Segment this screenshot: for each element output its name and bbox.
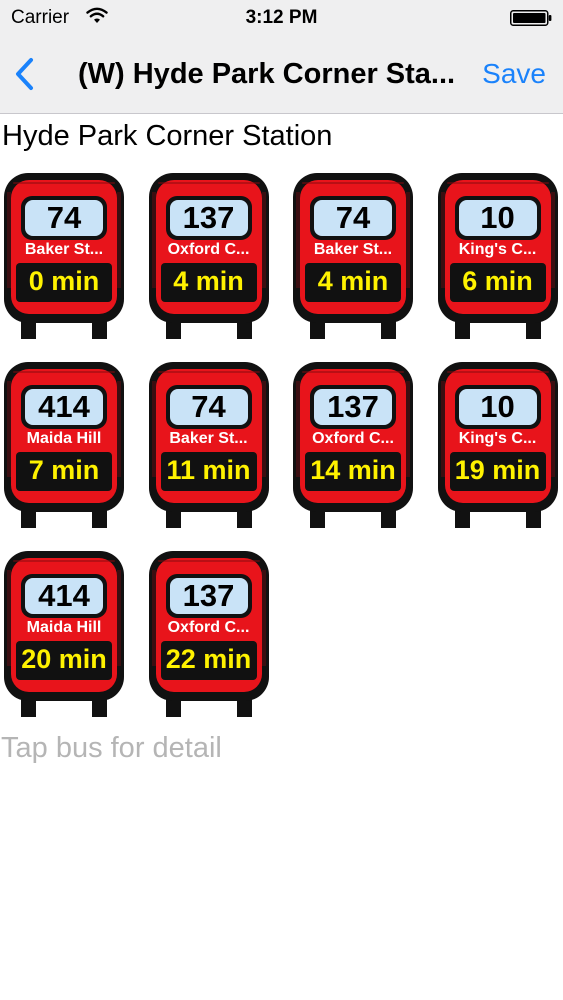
battery-icon: [510, 10, 552, 26]
hint-text: Tap bus for detail: [1, 732, 222, 764]
destination-label: King's C...: [458, 241, 537, 258]
destination-label: King's C...: [458, 430, 537, 447]
arrival-time: 4 min: [173, 266, 244, 296]
status-bar: Carrier 3:12 PM: [0, 0, 563, 36]
bus-tile[interactable]: 10 King's C... 19 min: [437, 361, 559, 531]
route-number: 137: [182, 200, 235, 235]
save-button[interactable]: Save: [482, 58, 546, 90]
arrival-time: 11 min: [166, 455, 251, 485]
arrival-time: 4 min: [317, 266, 389, 296]
bus-tile[interactable]: 74 Baker St... 4 min: [292, 172, 414, 342]
bus-tile[interactable]: 137 Oxford C... 22 min: [148, 550, 270, 720]
arrival-time: 7 min: [28, 455, 100, 485]
bus-tile[interactable]: 137 Oxford C... 4 min: [148, 172, 270, 342]
route-number: 74: [335, 200, 371, 235]
status-time: 3:12 PM: [245, 7, 318, 28]
arrival-time: 20 min: [21, 644, 107, 674]
route-number: 137: [327, 389, 379, 424]
destination-label: Baker St...: [24, 241, 104, 258]
arrival-time: 0 min: [28, 266, 100, 296]
route-number: 74: [191, 389, 226, 424]
bus-tile[interactable]: 414 Maida Hill 20 min: [3, 550, 125, 720]
destination-label: Oxford C...: [167, 619, 250, 636]
destination-label: Maida Hill: [26, 430, 102, 447]
back-button[interactable]: [8, 52, 46, 96]
route-number: 137: [182, 578, 235, 613]
destination-label: Maida Hill: [26, 619, 102, 636]
route-number: 10: [480, 200, 515, 235]
navigation-bar: (W) Hyde Park Corner Sta... Save: [0, 36, 563, 114]
route-number: 10: [480, 389, 515, 424]
destination-label: Oxford C...: [312, 430, 394, 447]
bus-tile[interactable]: 414 Maida Hill 7 min: [3, 361, 125, 531]
bus-tile[interactable]: 74 Baker St... 0 min: [3, 172, 125, 342]
arrival-time: 22 min: [165, 644, 252, 674]
route-number: 414: [38, 389, 90, 424]
arrival-time: 14 min: [310, 455, 396, 485]
route-number: 414: [38, 578, 90, 613]
bus-tile[interactable]: 10 King's C... 6 min: [437, 172, 559, 342]
bus-tile[interactable]: 137 Oxford C... 14 min: [292, 361, 414, 531]
bus-tile[interactable]: 74 Baker St... 11 min: [148, 361, 270, 531]
destination-label: Oxford C...: [167, 241, 250, 258]
arrival-time: 19 min: [454, 455, 541, 485]
destination-label: Baker St...: [313, 241, 393, 258]
route-number: 74: [46, 200, 82, 235]
page-title: (W) Hyde Park Corner Sta...: [78, 58, 456, 90]
arrival-time: 6 min: [462, 266, 533, 296]
stop-name-heading: Hyde Park Corner Station: [2, 120, 333, 152]
destination-label: Baker St...: [169, 430, 248, 447]
chevron-left-icon: [16, 58, 33, 90]
